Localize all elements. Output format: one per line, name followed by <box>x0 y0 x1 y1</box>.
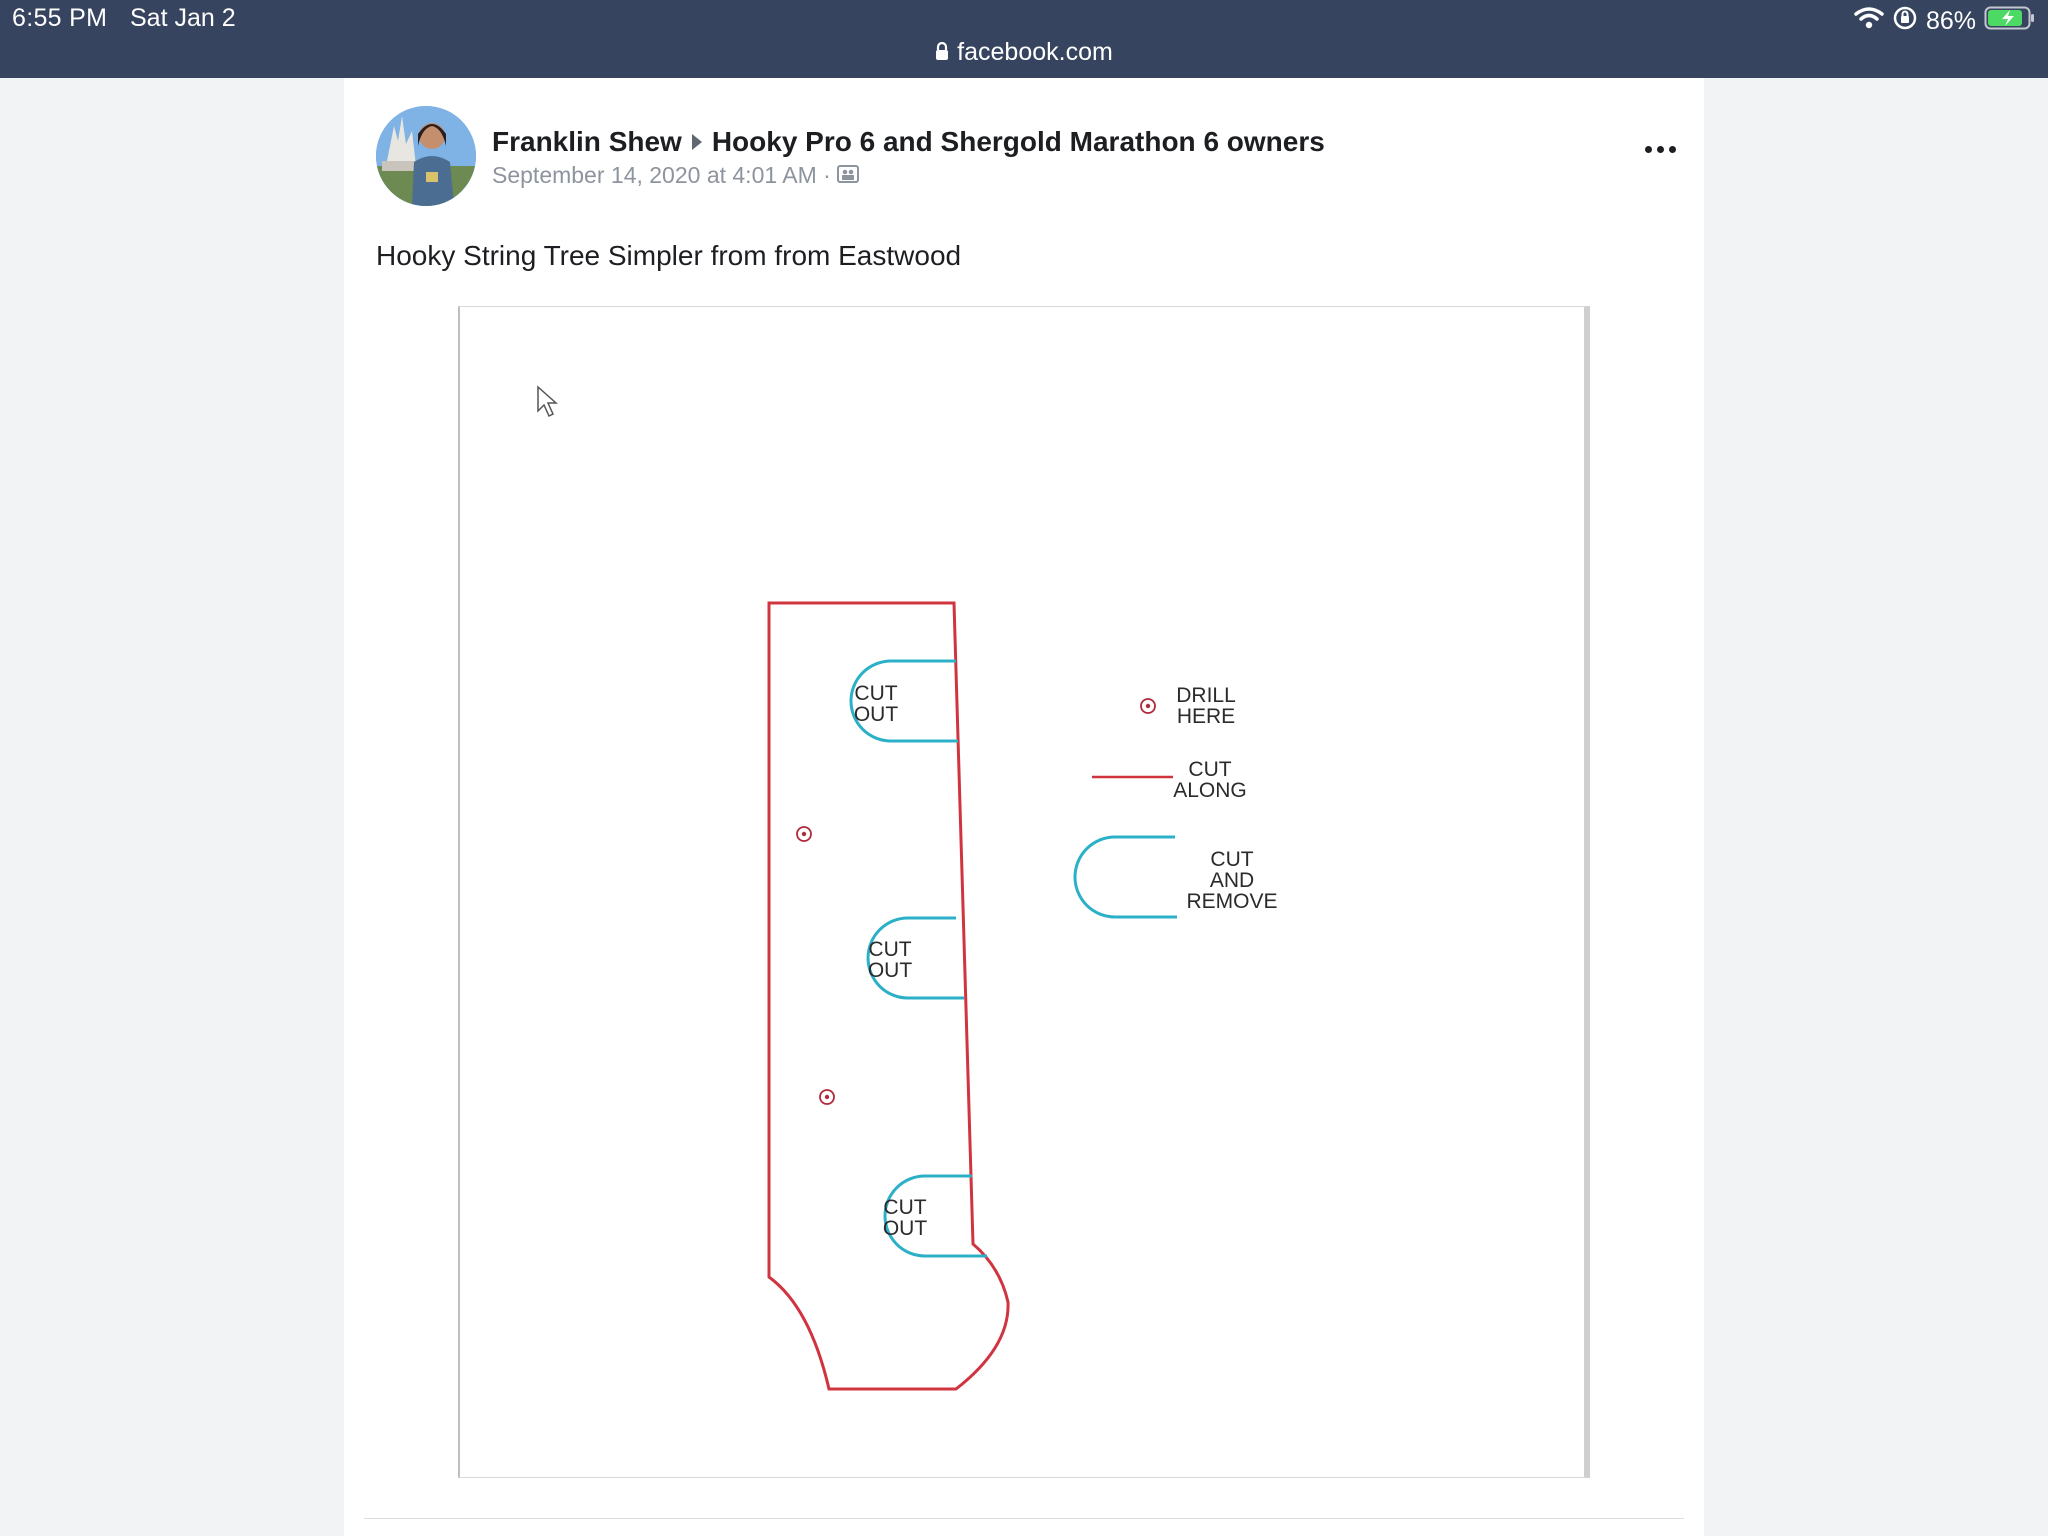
url-text: facebook.com <box>957 38 1113 66</box>
avatar[interactable] <box>376 106 476 206</box>
template-diagram <box>537 385 1177 1391</box>
group-name-link[interactable]: Hooky Pro 6 and Shergold Marathon 6 owne… <box>712 126 1325 158</box>
cutout-label-2: CUT OUT <box>867 938 913 982</box>
wifi-icon <box>1854 6 1884 37</box>
drill-mark-2 <box>819 1089 835 1105</box>
status-right-group: 86% <box>1854 4 2036 38</box>
post-image[interactable]: CUT OUT CUT OUT CUT OUT DRILL HERE CUT ALONG … <box>458 306 1590 1478</box>
battery-percent: 86% <box>1925 6 1976 35</box>
lock-icon <box>935 38 949 67</box>
post-text: Hooky String Tree Simpler from from East… <box>376 240 962 271</box>
more-options-button[interactable] <box>1640 134 1680 164</box>
timestamp-link[interactable]: September 14, 2020 at 4:01 AM · <box>492 162 831 189</box>
mouse-cursor-icon <box>537 385 558 418</box>
legend-cut-remove-shape <box>1073 835 1177 919</box>
legend-cut-along-label: CUT ALONG <box>1173 758 1247 802</box>
cutout-label-1: CUT OUT <box>853 682 899 726</box>
drill-mark-1 <box>796 826 812 842</box>
more-options-icon <box>1644 145 1676 153</box>
post-timestamp: September 14, 2020 at 4:01 AM · <box>492 162 859 189</box>
status-time: 6:55 PM <box>12 4 108 32</box>
post-card: Franklin Shew Hooky Pro 6 and Shergold M… <box>344 78 1704 1536</box>
orientation-lock-icon <box>1892 5 1918 38</box>
cutout-label-3: CUT OUT <box>882 1196 928 1240</box>
legend-drill-label: DRILL HERE <box>1176 684 1236 728</box>
status-date: Sat Jan 2 <box>130 4 236 32</box>
battery-charging-icon <box>1984 5 2036 38</box>
status-bar: 6:55 PM Sat Jan 2 86% facebook.com <box>0 0 2048 78</box>
post-divider <box>364 1518 1684 1519</box>
author-name-link[interactable]: Franklin Shew <box>492 126 682 158</box>
post-header: Franklin Shew Hooky Pro 6 and Shergold M… <box>492 126 1325 158</box>
legend-cut-remove-label: CUT AND REMOVE <box>1186 848 1278 913</box>
group-audience-icon <box>836 162 859 189</box>
legend-drill-mark <box>1140 698 1156 714</box>
triangle-right-icon <box>691 134 702 150</box>
url-bar[interactable]: facebook.com <box>0 38 2048 67</box>
